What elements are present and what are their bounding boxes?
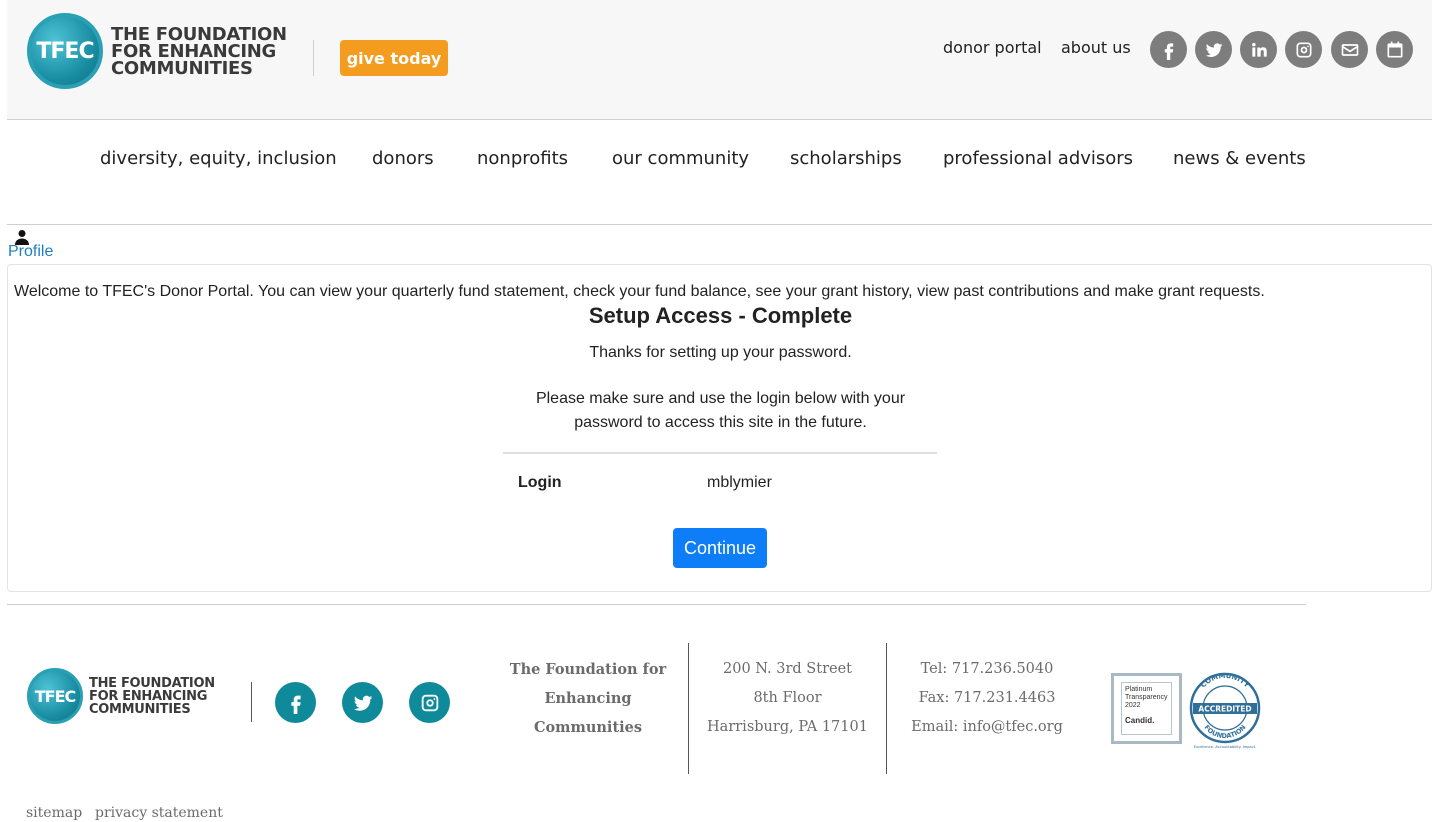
linkedin-icon[interactable] <box>1240 31 1277 68</box>
calendar-icon[interactable] <box>1376 31 1413 68</box>
sitemap-link[interactable]: sitemap <box>26 805 82 821</box>
candid-platinum-badge[interactable]: Platinum Transparency 2022 Candid. <box>1111 673 1182 744</box>
instagram-icon[interactable] <box>1285 31 1322 68</box>
profile-link[interactable]: Profile <box>8 243 53 261</box>
privacy-statement-link[interactable]: privacy statement <box>95 805 223 821</box>
footer-logo[interactable]: TFEC THE FOUNDATION FOR ENHANCING COMMUN… <box>27 668 215 724</box>
accredited-foundation-badge[interactable]: COMMUNITY FOUNDATION ACCREDITED Excellen… <box>1187 670 1263 750</box>
donor-portal-link[interactable]: donor portal <box>943 38 1042 57</box>
header-divider <box>313 40 314 76</box>
footer-address: 200 N. 3rd Street 8th Floor Harrisburg, … <box>707 661 868 735</box>
logo-wordmark: THE FOUNDATION FOR ENHANCING COMMUNITIES <box>111 23 287 79</box>
nav-item-diversity[interactable]: diversity, equity, inclusion <box>100 148 337 169</box>
about-us-link[interactable]: about us <box>1061 38 1131 57</box>
page-title: Setup Access - Complete <box>588 303 853 328</box>
footer-logo-divider <box>251 682 252 722</box>
login-table: Login mblymier <box>503 452 937 510</box>
footer-divider <box>7 604 1306 605</box>
nav-item-nonprofits[interactable]: nonprofits <box>477 148 568 169</box>
footer-org-name: The Foundation for Enhancing Communities <box>509 661 667 736</box>
nav-item-news-events[interactable]: news & events <box>1173 148 1306 169</box>
instagram-icon[interactable] <box>409 682 450 723</box>
twitter-icon[interactable] <box>342 682 383 723</box>
email-icon[interactable] <box>1331 31 1368 68</box>
nav-item-professional-advisors[interactable]: professional advisors <box>943 148 1133 169</box>
footer-column-divider <box>688 643 689 774</box>
svg-text:Excellence. Accountability. Im: Excellence. Accountability. Impact. <box>1194 745 1256 749</box>
continue-button[interactable]: Continue <box>673 528 767 568</box>
footer-logo-wordmark: THE FOUNDATION FOR ENHANCING COMMUNITIES <box>89 675 215 717</box>
login-label: Login <box>518 474 562 491</box>
thanks-message: Thanks for setting up your password. <box>589 344 852 361</box>
login-value: mblymier <box>707 474 772 491</box>
logo-mark: TFEC <box>27 13 103 89</box>
nav-item-our-community[interactable]: our community <box>612 148 749 169</box>
give-today-button[interactable]: give today <box>340 40 448 76</box>
facebook-icon[interactable] <box>275 682 316 723</box>
welcome-message: Welcome to TFEC's Donor Portal. You can … <box>14 283 1265 300</box>
footer-contact: Tel: 717.236.5040 Fax: 717.231.4463 Emai… <box>911 661 1063 735</box>
footer-column-divider <box>886 643 887 774</box>
footer-logo-mark: TFEC <box>27 668 83 724</box>
svg-text:ACCREDITED: ACCREDITED <box>1198 705 1251 714</box>
setup-complete-card: Welcome to TFEC's Donor Portal. You can … <box>7 264 1432 592</box>
nav-item-scholarships[interactable]: scholarships <box>790 148 902 169</box>
twitter-icon[interactable] <box>1195 31 1232 68</box>
site-header: TFEC THE FOUNDATION FOR ENHANCING COMMUN… <box>7 0 1432 120</box>
facebook-icon[interactable] <box>1150 31 1187 68</box>
tfec-logo[interactable]: TFEC THE FOUNDATION FOR ENHANCING COMMUN… <box>27 13 287 89</box>
nav-item-donors[interactable]: donors <box>372 148 434 169</box>
login-instructions: Please make sure and use the login below… <box>535 390 906 431</box>
main-nav: diversity, equity, inclusion donors nonp… <box>7 121 1432 225</box>
